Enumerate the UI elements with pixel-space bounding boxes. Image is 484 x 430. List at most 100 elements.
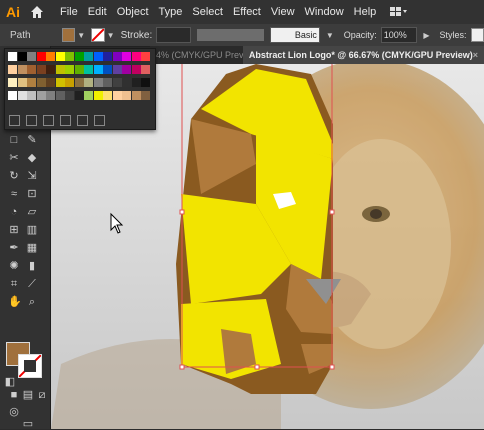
color-swatch[interactable] [8,91,17,100]
chevron-right-icon[interactable]: ▶ [423,31,429,40]
color-swatch[interactable] [122,78,131,87]
color-swatch[interactable] [37,78,46,87]
menu-file[interactable]: File [60,6,78,18]
menu-view[interactable]: View [271,6,295,18]
color-swatch[interactable] [141,78,150,87]
mesh-tool-icon[interactable]: ⊞ [8,224,20,236]
color-swatch[interactable] [84,52,93,61]
color-swatch[interactable] [84,78,93,87]
color-swatch[interactable] [103,78,112,87]
stroke-color-swatch[interactable] [18,354,42,378]
resize-handle[interactable] [330,365,334,369]
color-swatch[interactable] [141,52,150,61]
zoom-tool-icon[interactable]: ⌕ [26,296,38,308]
chevron-down-icon[interactable]: ▼ [107,31,115,40]
artboard-tool-icon[interactable]: ⌗ [8,278,20,290]
graphic-style-swatch[interactable] [471,28,484,42]
screen-mode-icon[interactable]: ▭ [22,418,34,430]
variable-width-profile[interactable] [197,29,264,41]
symbol-sprayer-tool-icon[interactable]: ✺ [8,260,20,272]
color-swatch[interactable] [18,78,27,87]
default-colors-icon[interactable]: ◧ [4,376,16,388]
rotate-tool-icon[interactable]: ↻ [8,170,20,182]
chevron-down-icon[interactable]: ▼ [77,31,85,40]
menu-window[interactable]: Window [305,6,344,18]
color-swatch[interactable] [122,91,131,100]
draw-mode-icon[interactable]: ◎ [8,406,20,418]
color-swatch[interactable] [46,52,55,61]
color-swatch[interactable] [132,52,141,61]
none-mode-icon[interactable]: ⧄ [36,389,48,401]
color-swatch[interactable] [8,78,17,87]
color-swatch[interactable] [46,78,55,87]
menu-select[interactable]: Select [192,6,223,18]
color-swatch[interactable] [94,52,103,61]
color-swatch[interactable] [132,78,141,87]
color-swatch[interactable] [113,65,122,74]
new-swatch-icon[interactable] [77,115,88,126]
new-color-group-icon[interactable] [60,115,71,126]
color-swatch[interactable] [27,65,36,74]
color-swatch[interactable] [84,65,93,74]
chevron-down-icon[interactable]: ▼ [326,31,334,40]
workspace-switcher-icon[interactable] [390,7,408,17]
color-swatch[interactable] [56,91,65,100]
color-swatch[interactable] [46,91,55,100]
resize-handle[interactable] [330,210,334,214]
perspective-grid-tool-icon[interactable]: ▱ [26,206,38,218]
rectangle-tool-icon[interactable]: □ [8,134,20,146]
color-swatch[interactable] [141,91,150,100]
stroke-weight-input[interactable] [156,27,191,43]
color-swatch[interactable] [84,91,93,100]
resize-handle[interactable] [180,365,184,369]
color-swatch[interactable] [8,52,17,61]
color-swatch[interactable] [56,78,65,87]
menu-edit[interactable]: Edit [88,6,107,18]
shape-builder-tool-icon[interactable]: ◔ [8,206,20,218]
delete-swatch-icon[interactable] [94,115,105,126]
free-transform-tool-icon[interactable]: ⊡ [26,188,38,200]
tab-document-1[interactable]: 4% (CMYK/GPU Preview) [150,46,243,64]
color-swatch[interactable] [18,91,27,100]
menu-object[interactable]: Object [117,6,149,18]
show-swatch-kinds-icon[interactable] [26,115,37,126]
color-swatch[interactable] [113,78,122,87]
stroke-swatch[interactable] [91,28,105,42]
home-icon[interactable] [30,5,44,19]
color-swatch[interactable] [65,65,74,74]
gradient-mode-icon[interactable]: ▤ [22,389,34,401]
color-swatch[interactable] [132,91,141,100]
resize-handle[interactable] [255,365,259,369]
menu-effect[interactable]: Effect [233,6,261,18]
menu-type[interactable]: Type [159,6,183,18]
color-swatch[interactable] [141,65,150,74]
color-swatch[interactable] [103,65,112,74]
paintbrush-tool-icon[interactable]: ✎ [26,134,38,146]
color-swatch[interactable] [37,65,46,74]
scissors-tool-icon[interactable]: ✂ [8,152,20,164]
swatch-libraries-icon[interactable] [9,115,20,126]
color-swatch[interactable] [46,65,55,74]
color-swatch[interactable] [113,52,122,61]
color-swatch[interactable] [27,91,36,100]
graph-tool-icon[interactable]: ▮ [26,260,38,272]
color-swatch[interactable] [132,65,141,74]
color-swatch[interactable] [94,65,103,74]
color-swatch[interactable] [65,52,74,61]
fill-swatch[interactable] [62,28,76,42]
color-swatch[interactable] [8,65,17,74]
color-swatch[interactable] [103,91,112,100]
color-swatch[interactable] [103,52,112,61]
gradient-tool-icon[interactable]: ▥ [26,224,38,236]
color-swatch[interactable] [75,91,84,100]
color-swatch[interactable] [75,65,84,74]
color-swatch[interactable] [56,65,65,74]
swatch-options-icon[interactable] [43,115,54,126]
resize-handle[interactable] [180,210,184,214]
color-swatch[interactable] [65,91,74,100]
color-swatch[interactable] [113,91,122,100]
tab-abstract-lion-logo[interactable]: Abstract Lion Logo* @ 66.67% (CMYK/GPU P… [243,46,484,64]
color-swatch[interactable] [94,78,103,87]
blend-tool-icon[interactable]: ▦ [26,242,38,254]
color-swatch[interactable] [56,52,65,61]
